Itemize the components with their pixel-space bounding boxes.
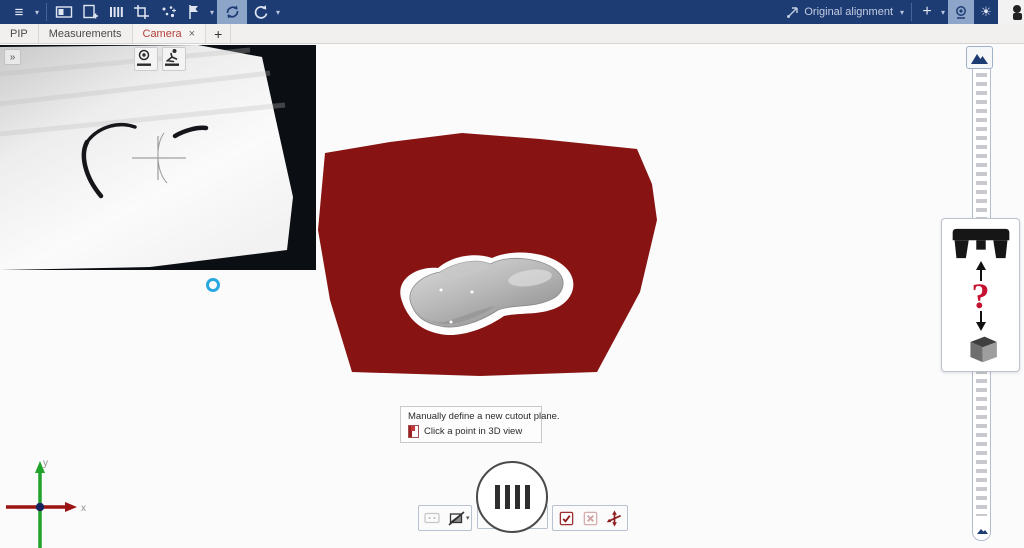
main-toolbar: ≡ ▾ ▾ — [0, 0, 1024, 24]
flag-caret-icon[interactable]: ▾ — [207, 0, 217, 24]
menu-icon[interactable]: ≡ — [6, 0, 32, 24]
add-alignment-button[interactable]: + — [916, 0, 938, 24]
sync-icon[interactable] — [217, 0, 247, 24]
confirm-measurement-icon[interactable] — [554, 507, 578, 529]
exposure-icon[interactable] — [420, 507, 444, 529]
discard-measurement-icon[interactable] — [578, 507, 602, 529]
pattern-bar — [515, 485, 520, 509]
tab-measurements-label: Measurements — [49, 28, 122, 40]
alignment-selector[interactable]: Original alignment — [800, 6, 897, 18]
flag-icon[interactable] — [181, 0, 207, 24]
edge-panel-icon[interactable] — [998, 0, 1024, 24]
tooltip-line2: Click a point in 3D view — [424, 426, 522, 437]
pattern-bars-icon[interactable] — [103, 0, 129, 24]
x-axis-label: x — [81, 503, 86, 514]
display-options-group: ▾ — [418, 505, 472, 531]
texture-toggle-icon[interactable] — [444, 507, 468, 529]
arrow-down-icon — [974, 311, 988, 331]
scan-distance-helper: ? — [941, 218, 1020, 372]
tab-camera-label: Camera — [143, 28, 182, 40]
large-mountain-icon[interactable] — [966, 46, 993, 69]
camera-live-image — [0, 45, 316, 270]
tab-bar: PIP Measurements Camera × + — [0, 24, 1024, 44]
tab-pip[interactable]: PIP — [0, 24, 39, 43]
cube-icon — [960, 334, 1002, 364]
instruction-tooltip: Manually define a new cutout plane. Clic… — [400, 406, 542, 443]
tab-close-icon[interactable]: × — [189, 28, 195, 40]
pip-expand-button[interactable]: » — [4, 49, 21, 65]
coordinate-axes: x y — [0, 456, 100, 548]
tooltip-line1: Manually define a new cutout plane. — [408, 411, 535, 422]
menu-caret-icon[interactable]: ▾ — [32, 0, 42, 24]
refresh-caret-icon[interactable]: ▾ — [273, 0, 283, 24]
scan-plane — [318, 133, 657, 376]
alignment-caret-icon[interactable]: ▾ — [897, 0, 907, 24]
measurement-actions-group — [552, 505, 628, 531]
pattern-bar — [505, 485, 510, 509]
toolbar-separator — [46, 3, 47, 21]
y-axis-label: y — [43, 458, 48, 469]
toolbar-left-cluster: ≡ ▾ ▾ — [0, 0, 283, 24]
add-measurement-icon[interactable] — [77, 0, 103, 24]
projector-icon[interactable] — [134, 47, 158, 71]
crop-icon[interactable] — [129, 0, 155, 24]
add-alignment-caret-icon[interactable]: ▾ — [938, 0, 948, 24]
live-tracking-icon[interactable] — [162, 47, 186, 71]
camera-preview-panel[interactable]: » — [0, 45, 316, 270]
pattern-bar — [495, 485, 500, 509]
tab-camera[interactable]: Camera × — [133, 24, 207, 43]
small-mountain-icon — [976, 527, 989, 535]
digitize-points-icon[interactable] — [155, 0, 181, 24]
tab-measurements[interactable]: Measurements — [39, 24, 133, 43]
distance-question-mark: ? — [972, 281, 990, 311]
toolbar-separator — [911, 3, 912, 21]
layout-icon[interactable] — [51, 0, 77, 24]
pattern-bar — [525, 485, 530, 509]
webcam-icon[interactable] — [948, 0, 974, 24]
tab-add-label: + — [214, 26, 222, 42]
refresh-icon[interactable] — [247, 0, 273, 24]
fringe-pattern-button[interactable] — [476, 461, 548, 533]
application-window: ≡ ▾ ▾ — [0, 0, 1024, 548]
tab-add-button[interactable]: + — [206, 24, 231, 43]
cutout-plane-icon[interactable] — [602, 507, 626, 529]
scanner-icon — [952, 227, 1010, 261]
brightness-icon[interactable]: ☀ — [974, 0, 998, 24]
cutout-plane-icon — [408, 425, 419, 438]
texture-caret-icon[interactable]: ▾ — [466, 514, 470, 522]
cursor-indicator — [206, 278, 220, 292]
tab-pip-label: PIP — [10, 28, 28, 40]
toolbar-right-cluster: Original alignment ▾ + ▾ ☀ — [784, 0, 1024, 24]
alignment-icon — [784, 0, 800, 24]
3d-view-mesh[interactable] — [300, 120, 680, 390]
